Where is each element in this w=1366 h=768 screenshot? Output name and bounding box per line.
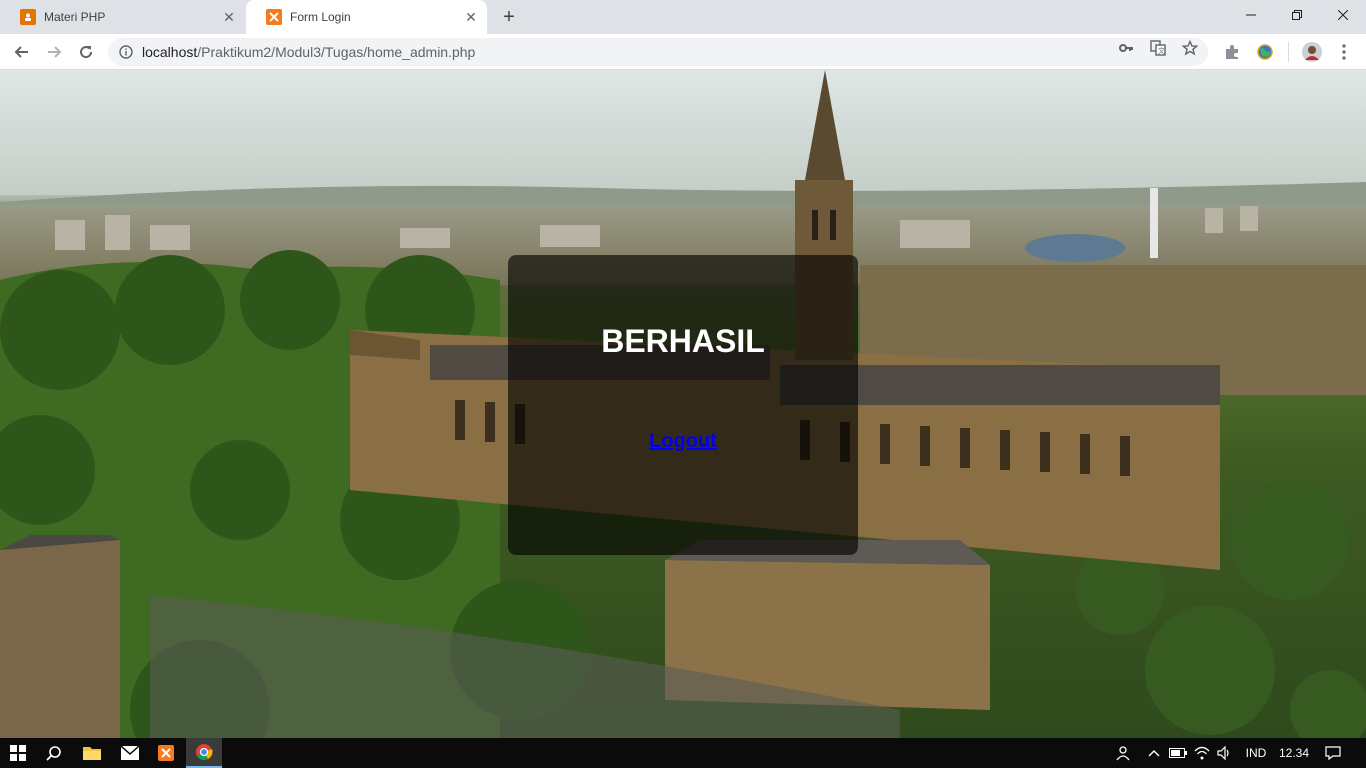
page-title: BERHASIL [601,323,765,359]
tab-title: Materi PHP [44,10,106,24]
info-icon[interactable] [118,44,134,60]
address-bar[interactable]: localhost/Praktikum2/Modul3/Tugas/home_a… [108,38,1208,66]
tab-favicon-icon [20,9,36,25]
logout-link[interactable]: Logout [508,430,858,453]
back-button[interactable] [10,40,34,64]
extension-icon[interactable] [1222,42,1242,62]
language-indicator[interactable]: IND [1240,738,1272,768]
url-path: /Praktikum2/Modul3/Tugas/home_admin.php [197,44,476,60]
chrome-button[interactable] [186,738,222,768]
page-viewport: BERHASIL Logout [0,70,1366,738]
file-explorer-button[interactable] [74,738,110,768]
result-panel: BERHASIL Logout [508,255,858,555]
url-text: localhost/Praktikum2/Modul3/Tugas/home_a… [142,44,475,60]
windows-taskbar: IND 12.34 [0,738,1366,768]
volume-icon[interactable] [1214,738,1236,768]
key-icon[interactable] [1118,40,1134,56]
tab-materi-php[interactable]: Materi PHP ✕ [0,0,245,34]
chrome-icon [196,744,213,761]
url-host: localhost [142,44,198,60]
reload-button[interactable] [74,40,98,64]
reload-icon [80,46,93,59]
search-button[interactable] [36,738,72,768]
chevron-up-icon[interactable] [1144,738,1164,768]
tab-strip: Materi PHP ✕ Form Login ✕ + [0,0,1366,34]
search-icon [46,746,61,761]
xampp-favicon-icon [266,9,282,25]
wifi-icon[interactable] [1192,738,1212,768]
tab-close-icon[interactable]: ✕ [463,9,479,25]
notifications-icon[interactable] [1320,738,1346,768]
tab-title: Form Login [290,10,351,24]
people-icon[interactable] [1114,738,1134,768]
tab-form-login[interactable]: Form Login ✕ [246,0,487,34]
restore-button[interactable] [1274,0,1320,30]
star-icon[interactable] [1182,40,1198,56]
forward-icon [48,46,62,58]
xampp-button[interactable] [148,738,184,768]
translate-icon[interactable]: 文 [1150,40,1166,56]
minimize-button[interactable] [1228,0,1274,30]
globe-icon[interactable] [1255,42,1275,62]
xampp-icon [158,745,174,761]
clock[interactable]: 12.34 [1276,738,1312,768]
close-window-button[interactable] [1320,0,1366,30]
profile-avatar[interactable] [1302,42,1322,62]
forward-button[interactable] [42,40,66,64]
mail-icon [121,746,139,760]
folder-icon [83,747,101,760]
back-icon [14,46,28,58]
menu-icon[interactable] [1334,42,1354,62]
windows-icon [10,745,26,761]
browser-toolbar: localhost/Praktikum2/Modul3/Tugas/home_a… [0,34,1366,70]
new-tab-button[interactable]: + [497,6,521,28]
mail-button[interactable] [112,738,148,768]
battery-icon[interactable] [1168,738,1188,768]
toolbar-divider [1288,42,1289,62]
svg-text:文: 文 [1158,46,1165,55]
start-button[interactable] [0,738,36,768]
tab-close-icon[interactable]: ✕ [221,9,237,25]
